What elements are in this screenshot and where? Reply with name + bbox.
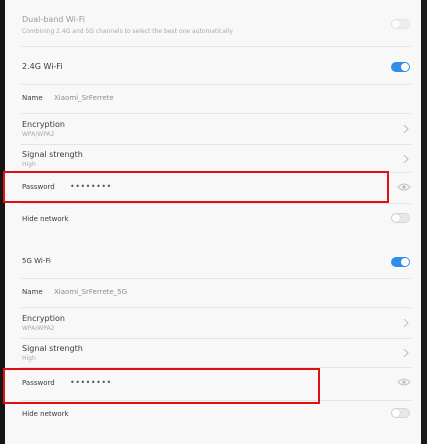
band-5-signal-label: Signal strength bbox=[22, 344, 83, 353]
eye-icon[interactable] bbox=[397, 377, 411, 387]
band-24-hide-row[interactable]: Hide network bbox=[5, 204, 421, 236]
chevron-right-icon bbox=[403, 348, 409, 358]
band-24-name-value: Xiaomi_SrFerrete bbox=[54, 94, 114, 102]
chevron-right-icon bbox=[403, 124, 409, 134]
band-5-encryption-label: Encryption bbox=[22, 314, 65, 323]
toggle-knob bbox=[392, 214, 400, 222]
toggle-knob bbox=[392, 20, 400, 28]
band-24-signal-label: Signal strength bbox=[22, 150, 83, 159]
band-24-name-row[interactable]: Name Xiaomi_SrFerrete bbox=[5, 85, 421, 113]
band-5-hide-row[interactable]: Hide network bbox=[5, 401, 421, 431]
band-24-signal-row[interactable]: Signal strength High bbox=[5, 145, 421, 172]
band-5-encryption-row[interactable]: Encryption WPA/WPA2 bbox=[5, 308, 421, 338]
toggle-knob bbox=[401, 63, 409, 71]
band-5-encryption-value: WPA/WPA2 bbox=[22, 325, 55, 332]
toggle-knob bbox=[392, 409, 400, 417]
dual-band-row[interactable]: Dual-band Wi-Fi Combining 2.4G and 5G ch… bbox=[5, 0, 421, 46]
band-24-encryption-value: WPA/WPA2 bbox=[22, 131, 55, 138]
band-24-toggle[interactable] bbox=[391, 62, 410, 72]
band-24-encryption-row[interactable]: Encryption WPA/WPA2 bbox=[5, 114, 421, 144]
band-5-hide-toggle[interactable] bbox=[391, 408, 410, 418]
band-5-signal-value: High bbox=[22, 355, 36, 362]
password-highlight-box bbox=[3, 171, 389, 203]
chevron-right-icon bbox=[403, 318, 409, 328]
toggle-knob bbox=[401, 258, 409, 266]
band-24-title: 2.4G Wi-Fi bbox=[22, 62, 63, 71]
eye-icon[interactable] bbox=[397, 182, 411, 192]
band-24-encryption-label: Encryption bbox=[22, 120, 65, 129]
band-5-name-label: Name bbox=[22, 288, 43, 296]
password-highlight-box bbox=[3, 368, 320, 404]
band-24-signal-value: High bbox=[22, 161, 36, 168]
band-24-hide-label: Hide network bbox=[22, 215, 69, 223]
band-5-toggle[interactable] bbox=[391, 257, 410, 267]
band-5-signal-row[interactable]: Signal strength High bbox=[5, 339, 421, 367]
band-5-header[interactable]: 5G Wi-Fi bbox=[5, 244, 421, 278]
band-24-header[interactable]: 2.4G Wi-Fi bbox=[5, 47, 421, 85]
band-5-name-row[interactable]: Name Xiaomi_SrFerrete_5G bbox=[5, 279, 421, 307]
band-24-name-label: Name bbox=[22, 94, 43, 102]
band-24-hide-toggle[interactable] bbox=[391, 213, 410, 223]
dual-band-subtitle: Combining 2.4G and 5G channels to select… bbox=[22, 28, 233, 35]
dual-band-toggle[interactable] bbox=[391, 19, 410, 29]
band-5-hide-label: Hide network bbox=[22, 410, 69, 418]
band-5-title: 5G Wi-Fi bbox=[22, 257, 51, 265]
right-window-edge bbox=[421, 0, 427, 444]
band-5-name-value: Xiaomi_SrFerrete_5G bbox=[54, 288, 128, 296]
chevron-right-icon bbox=[403, 154, 409, 164]
dual-band-title: Dual-band Wi-Fi bbox=[22, 15, 85, 24]
